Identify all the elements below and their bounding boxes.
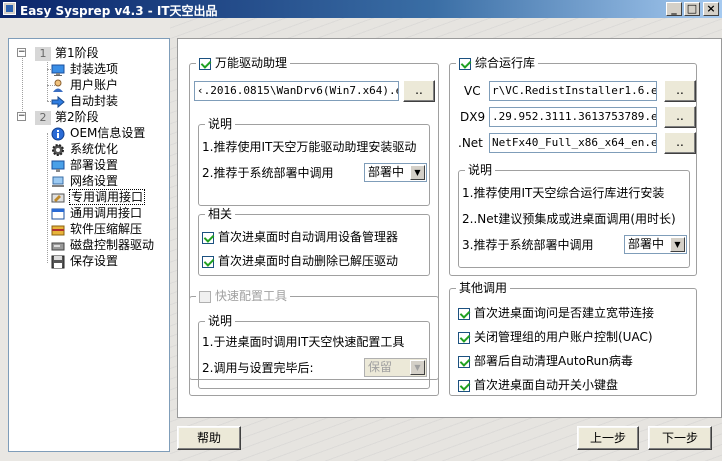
- clean-autorun-option[interactable]: 部署后自动清理AutoRun病毒: [458, 353, 633, 369]
- user-icon: [51, 79, 65, 93]
- chevron-down-icon: ▼: [410, 360, 425, 375]
- tree-stage-2-label: 第2阶段: [55, 110, 99, 124]
- other-calls-group: 其他调用 首次进桌面询问是否建立宽带连接 关闭管理组的用户账户控制(UAC) 部…: [449, 281, 697, 396]
- gear-icon: [51, 143, 65, 157]
- tree-item-deploy-settings[interactable]: 部署设置: [51, 157, 119, 173]
- runtime-library-toggle[interactable]: 综合运行库: [456, 56, 539, 70]
- window-title: Easy Sysprep v4.3 - IT天空出品: [20, 4, 218, 18]
- tool-icon: [51, 191, 65, 205]
- minimize-button[interactable]: _: [666, 2, 682, 16]
- tree-stage-1-label: 第1阶段: [55, 46, 99, 60]
- disable-uac-option[interactable]: 关闭管理组的用户账户控制(UAC): [458, 329, 653, 345]
- app-icon: [3, 2, 16, 15]
- quick-config-note-1: 1.于进桌面时调用IT天空快速配置工具: [202, 335, 405, 349]
- disable-uac-checkbox[interactable]: [458, 331, 470, 344]
- floppy-icon: [51, 255, 65, 269]
- disk-icon: [51, 239, 65, 253]
- net-browse-button[interactable]: ..: [664, 132, 696, 154]
- quick-config-group: 快速配置工具 说明 1.于进桌面时调用IT天空快速配置工具 2.调用与设置完毕后…: [189, 289, 439, 396]
- driver-note-group: 说明 1.推荐使用IT天空万能驱动助理安装驱动 2.推荐于系统部署中调用 部署中…: [198, 117, 430, 206]
- step-number: 2: [35, 110, 51, 125]
- chevron-down-icon: ▼: [670, 237, 685, 252]
- clean-autorun-checkbox[interactable]: [458, 355, 470, 368]
- close-button[interactable]: ×: [703, 2, 719, 16]
- tree-item-seal-options[interactable]: 封装选项: [51, 61, 119, 77]
- runtime-timing-select[interactable]: 部署中 ▼: [624, 235, 687, 254]
- runtime-note-3: 3.推荐于系统部署中调用: [462, 238, 594, 252]
- net-path-input[interactable]: NetFx40_Full_x86_x64_en.exe: [489, 133, 657, 153]
- open-device-manager-option[interactable]: 首次进桌面时自动调用设备管理器: [202, 229, 398, 245]
- runtime-library-checkbox[interactable]: [459, 57, 471, 70]
- next-button[interactable]: 下一步: [648, 426, 712, 450]
- driver-path-input[interactable]: ‹.2016.0815\WanDrv6(Win7.x64).exe: [194, 81, 399, 101]
- broadband-prompt-checkbox[interactable]: [458, 307, 470, 320]
- tree-item-generic-interface[interactable]: 通用调用接口: [51, 205, 143, 221]
- runtime-note-2: 2..Net建议预集成或进桌面调用(用时长): [462, 212, 676, 226]
- driver-related-title: 相关: [205, 207, 236, 221]
- driver-note-title: 说明: [205, 117, 236, 131]
- info-icon: [51, 127, 65, 141]
- net-label: .Net: [458, 136, 483, 150]
- step-number: 1: [35, 46, 51, 61]
- quick-config-toggle[interactable]: 快速配置工具: [196, 289, 291, 303]
- dx9-path-input[interactable]: .29.952.3111.3613753789.exe: [489, 107, 657, 127]
- maximize-button[interactable]: □: [684, 2, 700, 16]
- tree-item-disk-controller[interactable]: 磁盘控制器驱动: [51, 237, 155, 253]
- quick-config-note-2: 2.调用与设置完毕后:: [202, 361, 314, 375]
- dx9-label: DX9: [460, 110, 486, 124]
- dx9-browse-button[interactable]: ..: [664, 106, 696, 128]
- archive-icon: [51, 223, 65, 237]
- quick-config-checkbox[interactable]: [199, 290, 211, 303]
- window-icon: [51, 207, 65, 221]
- tree-item-save-settings[interactable]: 保存设置: [51, 253, 119, 269]
- quick-config-timing-select[interactable]: 保留 ▼: [364, 358, 427, 377]
- other-calls-title: 其他调用: [456, 281, 511, 295]
- monitor-icon: [51, 63, 65, 77]
- numlock-option[interactable]: 首次进桌面自动开关小键盘: [458, 377, 618, 393]
- driver-assistant-checkbox[interactable]: [199, 57, 211, 70]
- open-device-manager-checkbox[interactable]: [202, 231, 214, 244]
- numlock-checkbox[interactable]: [458, 379, 470, 392]
- delete-extracted-drivers-checkbox[interactable]: [202, 255, 214, 268]
- help-button[interactable]: 帮助: [177, 426, 241, 450]
- collapse-icon[interactable]: −: [17, 48, 26, 57]
- title-bar: Easy Sysprep v4.3 - IT天空出品 _ □ ×: [0, 0, 722, 18]
- tree-item-auto-seal[interactable]: 自动封装: [51, 93, 119, 109]
- vc-path-input[interactable]: r\VC.RedistInstaller1.6.exe: [489, 81, 657, 101]
- navigation-tree: − 1 第1阶段 封装选项 用户账户 自动封装 − 2 第2阶段 OEM信息设置 系…: [8, 38, 170, 452]
- tree-item-user-accounts[interactable]: 用户账户: [51, 77, 119, 93]
- delete-extracted-drivers-option[interactable]: 首次进桌面时自动删除已解压驱动: [202, 253, 398, 269]
- vc-label: VC: [464, 84, 481, 98]
- runtime-note-group: 说明 1.推荐使用IT天空综合运行库进行安装 2..Net建议预集成或进桌面调用…: [458, 163, 690, 268]
- tree-item-network-settings[interactable]: 网络设置: [51, 173, 119, 189]
- collapse-icon[interactable]: −: [17, 112, 26, 121]
- monitor-settings-icon: [51, 159, 65, 173]
- driver-browse-button[interactable]: ..: [403, 80, 435, 102]
- quick-config-note-group: 说明 1.于进桌面时调用IT天空快速配置工具 2.调用与设置完毕后: 保留 ▼: [198, 314, 430, 389]
- tree-item-dedicated-interface[interactable]: 专用调用接口: [51, 189, 146, 205]
- tree-item-oem-info[interactable]: OEM信息设置: [51, 125, 146, 141]
- network-icon: [51, 175, 65, 189]
- tree-item-software-compress[interactable]: 软件压缩解压: [51, 221, 143, 237]
- arrow-icon: [51, 95, 65, 109]
- driver-note-2: 2.推荐于系统部署中调用: [202, 166, 334, 180]
- driver-timing-select[interactable]: 部署中 ▼: [364, 163, 427, 182]
- chevron-down-icon: ▼: [410, 165, 425, 180]
- runtime-note-1: 1.推荐使用IT天空综合运行库进行安装: [462, 186, 665, 200]
- vc-browse-button[interactable]: ..: [664, 80, 696, 102]
- driver-related-group: 相关 首次进桌面时自动调用设备管理器 首次进桌面时自动删除已解压驱动: [198, 207, 430, 276]
- broadband-prompt-option[interactable]: 首次进桌面询问是否建立宽带连接: [458, 305, 654, 321]
- main-panel: 万能驱动助理 ‹.2016.0815\WanDrv6(Win7.x64).exe…: [177, 38, 722, 418]
- runtime-library-group: 综合运行库 VC r\VC.RedistInstaller1.6.exe .. …: [449, 56, 697, 276]
- runtime-note-title: 说明: [465, 163, 496, 177]
- quick-config-note-title: 说明: [205, 314, 236, 328]
- tree-item-system-optimize[interactable]: 系统优化: [51, 141, 119, 157]
- driver-note-1: 1.推荐使用IT天空万能驱动助理安装驱动: [202, 140, 417, 154]
- driver-assistant-toggle[interactable]: 万能驱动助理: [196, 56, 291, 70]
- prev-button[interactable]: 上一步: [577, 426, 639, 450]
